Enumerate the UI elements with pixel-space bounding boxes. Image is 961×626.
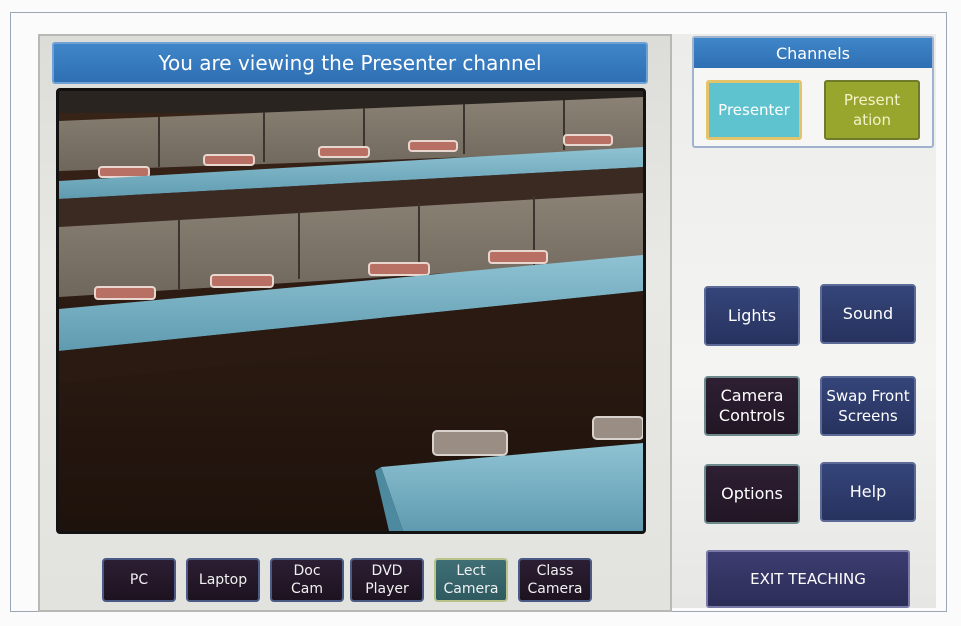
camera-controls-button[interactable]: Camera Controls	[704, 376, 800, 436]
channels-panel: Channels Presenter Present ation	[692, 36, 934, 148]
source-button-doc-cam[interactable]: Doc Cam	[270, 558, 344, 602]
help-button[interactable]: Help	[820, 462, 916, 522]
help-label: Help	[849, 482, 887, 501]
exit-teaching-button[interactable]: EXIT TEACHING	[706, 550, 910, 608]
source-label: Lect Camera	[443, 563, 499, 597]
source-label: PC	[129, 572, 149, 588]
swap-front-screens-button[interactable]: Swap Front Screens	[820, 376, 916, 436]
source-button-class-camera[interactable]: Class Camera	[518, 558, 592, 602]
swap-front-screens-label: Swap Front Screens	[826, 387, 910, 425]
source-button-laptop[interactable]: Laptop	[186, 558, 260, 602]
channel-label: Presenter	[718, 101, 790, 119]
options-button[interactable]: Options	[704, 464, 800, 524]
options-label: Options	[721, 484, 783, 503]
video-feed-image	[59, 91, 643, 531]
channel-presenter-button[interactable]: Presenter	[706, 80, 802, 140]
sound-label: Sound	[842, 304, 894, 323]
channel-label: Present ation	[843, 91, 901, 129]
exit-teaching-label: EXIT TEACHING	[750, 570, 866, 588]
source-button-pc[interactable]: PC	[102, 558, 176, 602]
lights-label: Lights	[727, 306, 777, 325]
channels-title: Channels	[694, 38, 932, 68]
lights-button[interactable]: Lights	[704, 286, 800, 346]
source-label: Class Camera	[527, 563, 583, 597]
video-preview	[56, 88, 646, 534]
channel-presentation-button[interactable]: Present ation	[824, 80, 920, 140]
source-label: Laptop	[198, 572, 248, 588]
source-button-lect-camera[interactable]: Lect Camera	[434, 558, 508, 602]
source-label: DVD Player	[365, 563, 409, 597]
page-title-text: You are viewing the Presenter channel	[158, 51, 542, 75]
source-button-dvd-player[interactable]: DVD Player	[350, 558, 424, 602]
page-title: You are viewing the Presenter channel	[52, 42, 648, 84]
camera-controls-label: Camera Controls	[718, 386, 786, 425]
sound-button[interactable]: Sound	[820, 284, 916, 344]
source-label: Doc Cam	[291, 563, 323, 597]
